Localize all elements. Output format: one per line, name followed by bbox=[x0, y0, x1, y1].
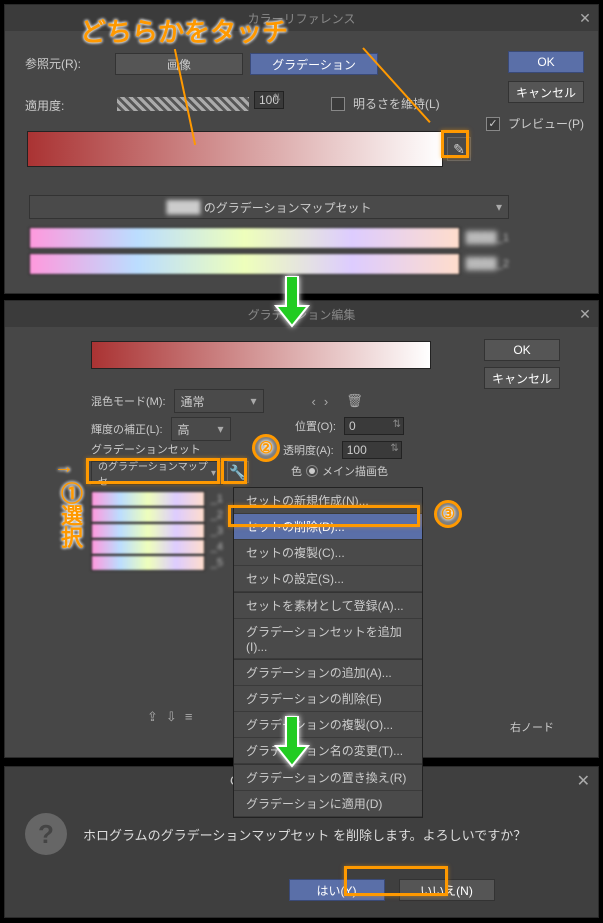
blend-label: 混色モード(M): bbox=[91, 393, 166, 409]
apply-slider[interactable] bbox=[117, 97, 249, 111]
close-icon[interactable]: ✕ bbox=[577, 771, 590, 791]
chevron-right-icon[interactable]: › bbox=[324, 394, 328, 409]
color-label: 色 bbox=[291, 463, 302, 479]
preset-swatch[interactable] bbox=[91, 539, 205, 555]
anno-touch-hint: どちらかをタッチ bbox=[80, 12, 288, 49]
preset-swatch[interactable] bbox=[91, 555, 205, 571]
arrow-down-icon bbox=[272, 716, 312, 773]
preset-swatch[interactable] bbox=[91, 491, 205, 507]
lumi-label: 輝度の補正(L): bbox=[91, 421, 163, 437]
preset-swatch[interactable] bbox=[91, 523, 205, 539]
gradient-edit-bar[interactable] bbox=[91, 341, 431, 369]
wrench-icon[interactable]: 🔧 bbox=[227, 461, 249, 483]
menu-del-grad[interactable]: グラデーションの削除(E) bbox=[234, 686, 422, 712]
export-icon[interactable]: ⇪ bbox=[147, 709, 158, 725]
menu-settings[interactable]: セットの設定(S)... bbox=[234, 566, 422, 592]
anno-step3: ③ bbox=[434, 500, 462, 528]
chevron-left-icon[interactable]: ‹ bbox=[312, 394, 316, 409]
anno-step1: ①選択 bbox=[54, 482, 86, 548]
opacity-label: 透明度(A): bbox=[283, 442, 334, 458]
blend-mode-dropdown[interactable]: 通常 bbox=[174, 389, 264, 413]
question-icon: ? bbox=[25, 813, 67, 855]
gradset-label: グラデーションセット bbox=[91, 441, 201, 457]
pos-label: 位置(O): bbox=[295, 418, 336, 434]
keep-brightness-label: 明るさを維持(L) bbox=[353, 95, 440, 112]
preview-label: プレビュー(P) bbox=[508, 115, 584, 132]
gradient-set-dropdown[interactable]: ████ のグラデーションマップセット bbox=[29, 195, 509, 219]
gradset-dropdown[interactable]: のグラデーションマップセ bbox=[91, 461, 223, 485]
yes-button[interactable]: はい(Y) bbox=[289, 879, 385, 901]
menu-delete-set[interactable]: セットの削除(D)... bbox=[234, 514, 422, 540]
gradient-bar[interactable] bbox=[27, 131, 443, 167]
lumi-dropdown[interactable]: 高 bbox=[171, 417, 231, 441]
ok-button[interactable]: OK bbox=[508, 51, 584, 73]
right-node-label: 右ノード bbox=[510, 719, 554, 735]
menu-dup-grad[interactable]: グラデーションの複製(O)... bbox=[234, 712, 422, 738]
apply-label: 適用度: bbox=[25, 97, 64, 114]
menu-add-grad[interactable]: グラデーションの追加(A)... bbox=[234, 660, 422, 686]
preset-swatch[interactable] bbox=[29, 253, 460, 275]
confirm-message: ホログラムのグラデーションマップセット を削除します。よろしいですか？ bbox=[83, 825, 526, 844]
preview-checkbox[interactable] bbox=[486, 117, 500, 131]
cancel-button[interactable]: キャンセル bbox=[484, 367, 560, 389]
menu-add-gradset[interactable]: グラデーションセットを追加(I)... bbox=[234, 619, 422, 659]
keep-brightness-checkbox[interactable] bbox=[331, 97, 345, 111]
menu-rename-grad[interactable]: グラデーション名の変更(T)... bbox=[234, 738, 422, 764]
menu-replace-grad[interactable]: グラデーションの置き換え(R) bbox=[234, 765, 422, 791]
ok-button[interactable]: OK bbox=[484, 339, 560, 361]
tab-gradient[interactable]: グラデーション bbox=[250, 53, 378, 75]
preset-swatch[interactable] bbox=[29, 227, 460, 249]
menu-register-material[interactable]: セットを素材として登録(A)... bbox=[234, 593, 422, 619]
import-icon[interactable]: ⇩ bbox=[166, 709, 177, 725]
color-radio[interactable] bbox=[306, 465, 318, 477]
trash-icon[interactable]: 🗑 bbox=[346, 393, 363, 409]
ref-label: 参照元(R): bbox=[25, 55, 81, 72]
menu-new-set[interactable]: セットの新規作成(N)... bbox=[234, 488, 422, 514]
context-menu: セットの新規作成(N)... セットの削除(D)... セットの複製(C)...… bbox=[233, 487, 423, 818]
anno-arrow-right: → bbox=[54, 456, 74, 479]
edit-gradient-icon[interactable]: ✎ bbox=[447, 137, 471, 161]
close-icon[interactable]: ✕ bbox=[576, 305, 594, 323]
pos-value[interactable]: 0 bbox=[344, 417, 404, 435]
opacity-value[interactable]: 100 bbox=[342, 441, 402, 459]
cancel-button[interactable]: キャンセル bbox=[508, 81, 584, 103]
apply-value[interactable]: 100 bbox=[254, 91, 284, 109]
anno-step2: ② bbox=[252, 434, 280, 462]
menu-apply-grad[interactable]: グラデーションに適用(D) bbox=[234, 791, 422, 817]
menu-icon[interactable]: ≡ bbox=[185, 709, 193, 725]
preset-swatch[interactable] bbox=[91, 507, 205, 523]
close-icon[interactable]: ✕ bbox=[576, 9, 594, 27]
no-button[interactable]: いいえ(N) bbox=[399, 879, 495, 901]
arrow-down-icon bbox=[272, 276, 312, 333]
menu-dup-set[interactable]: セットの複製(C)... bbox=[234, 540, 422, 566]
